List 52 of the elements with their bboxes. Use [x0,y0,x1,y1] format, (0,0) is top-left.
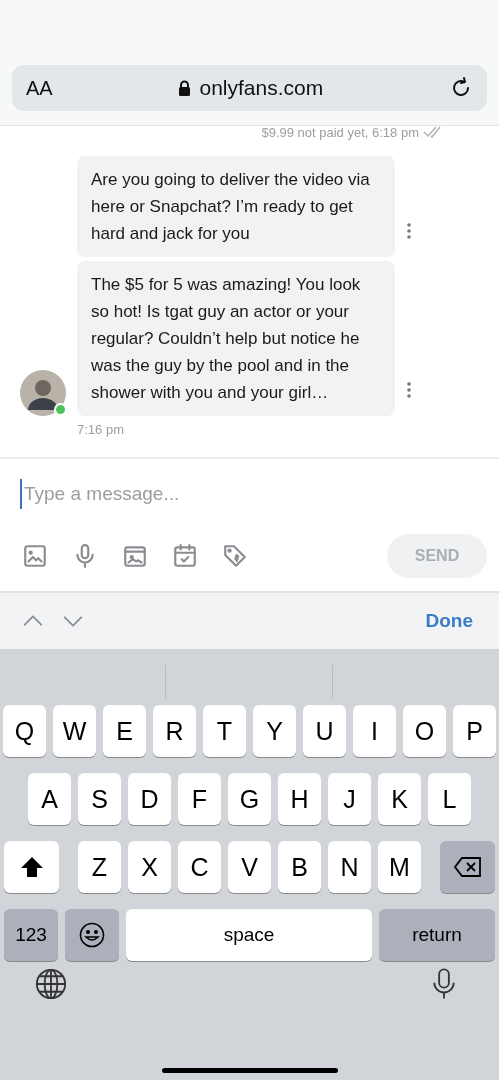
key[interactable]: W [53,705,96,757]
address-bar[interactable]: AA onlyfans.com [12,65,487,111]
key[interactable]: F [178,773,221,825]
emoji-icon [79,922,105,948]
globe-icon[interactable] [34,967,68,1001]
payment-status: $9.99 not paid yet, 6:18 pm [261,124,419,140]
lock-icon [178,79,192,97]
key[interactable]: P [453,705,496,757]
key[interactable]: M [378,841,421,893]
url-text[interactable]: onlyfans.com [199,76,324,100]
return-key[interactable]: return [379,909,495,961]
gallery-icon[interactable] [122,543,148,569]
key[interactable]: B [278,841,321,893]
key[interactable]: A [28,773,71,825]
key[interactable]: X [128,841,171,893]
key[interactable]: C [178,841,221,893]
more-options-icon[interactable] [407,382,411,398]
key[interactable]: I [353,705,396,757]
image-icon[interactable] [22,543,48,569]
key[interactable]: Y [253,705,296,757]
key[interactable]: V [228,841,271,893]
more-options-icon[interactable] [407,223,411,239]
numbers-key[interactable]: 123 [4,909,58,961]
key[interactable]: Q [3,705,46,757]
key[interactable]: R [153,705,196,757]
price-tag-icon[interactable] [222,543,248,569]
message-bubble: The $5 for 5 was amazing! You look so hot! Is tgat guy an actor or your regular? Couldn’t help but notice he was the guy by the pool and in the shower with you and your girl… [77,261,395,416]
key[interactable]: Z [78,841,121,893]
calendar-check-icon[interactable] [172,543,198,569]
shift-icon [19,856,44,878]
avatar[interactable] [20,370,66,416]
key[interactable]: N [328,841,371,893]
key[interactable]: J [328,773,371,825]
emoji-key[interactable] [65,909,119,961]
key[interactable]: O [403,705,446,757]
space-key[interactable]: space [126,909,372,961]
key[interactable]: G [228,773,271,825]
key[interactable]: E [103,705,146,757]
done-button[interactable]: Done [419,609,479,633]
backspace-icon [453,857,482,877]
key[interactable]: U [303,705,346,757]
key[interactable]: L [428,773,471,825]
delete-key[interactable] [440,841,495,893]
key[interactable]: K [378,773,421,825]
message-time: 7:16 pm [77,422,125,437]
key[interactable]: T [203,705,246,757]
key[interactable]: S [78,773,121,825]
shift-key[interactable] [4,841,59,893]
message-bubble: Are you going to deliver the video via here or Snapchat? I’m ready to get hard and jack for you [77,156,395,257]
key[interactable]: D [128,773,171,825]
text-size-button[interactable]: AA [26,76,53,100]
key[interactable]: H [278,773,321,825]
